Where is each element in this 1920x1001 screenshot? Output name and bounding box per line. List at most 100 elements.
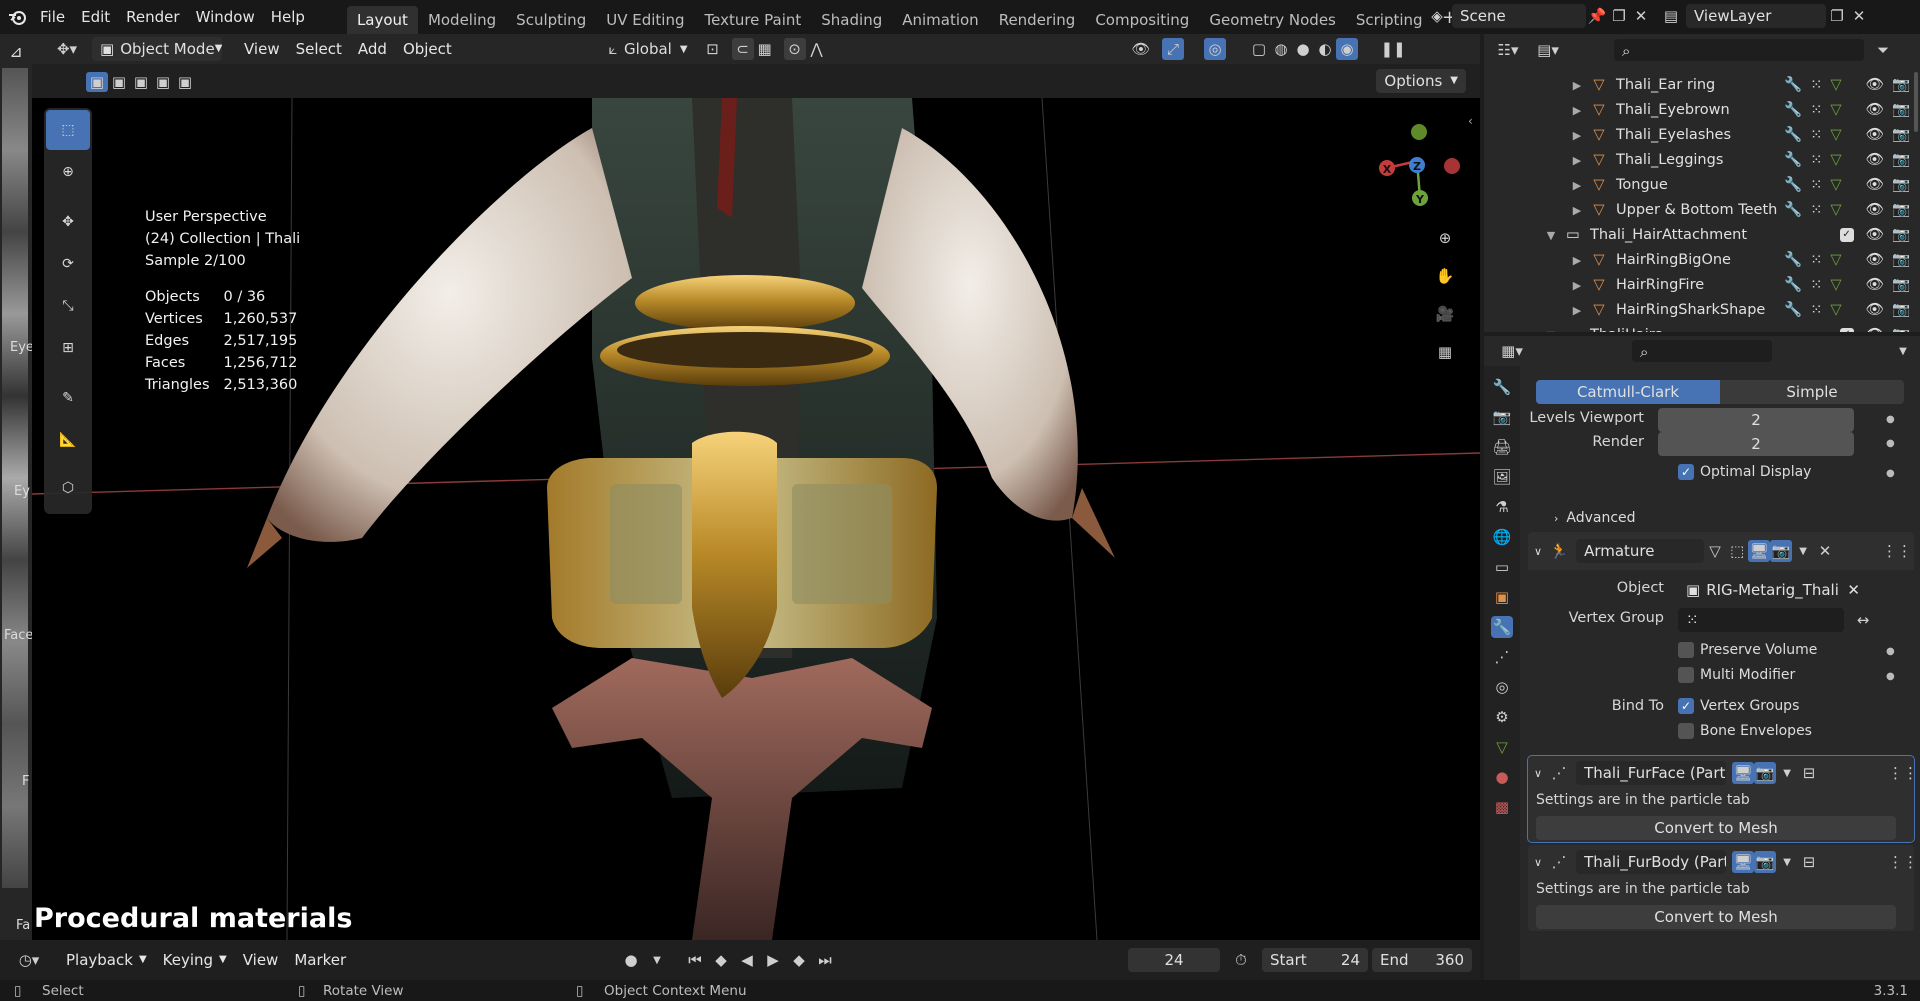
timeline-menu-marker[interactable]: Marker	[286, 943, 354, 977]
modifier-icon[interactable]: 🔧	[1784, 301, 1802, 318]
render-camera-icon[interactable]: 📷	[1892, 326, 1910, 332]
eye-icon[interactable]: 👁	[1866, 326, 1884, 332]
convert-to-mesh-button[interactable]: Convert to Mesh	[1536, 816, 1896, 840]
stopwatch-icon[interactable]: ⏱	[1230, 949, 1252, 971]
view-layer-icon[interactable]: ▤	[1660, 5, 1682, 27]
keyframe-dot[interactable]: ●	[1886, 671, 1895, 682]
orientation-dropdown[interactable]: Global	[624, 40, 672, 58]
particles-tab-icon[interactable]: ⋰	[1491, 646, 1513, 668]
expand-right-icon[interactable]: ▶	[1570, 129, 1584, 142]
render-display-icon[interactable]: 📷	[1770, 540, 1793, 562]
catmull-clark-button[interactable]: Catmull-Clark	[1536, 380, 1720, 404]
outliner-editor-icon[interactable]: ☷▾	[1492, 39, 1524, 61]
vertex-groups-icon[interactable]: ⁙	[1810, 152, 1822, 168]
levels-viewport-field[interactable]: 2	[1658, 408, 1854, 432]
modifier-icon[interactable]: 🔧	[1784, 251, 1802, 268]
next-keyframe-icon[interactable]: ◆	[788, 949, 810, 971]
jump-end-icon[interactable]: ⏭	[814, 949, 836, 971]
display-mode-icon[interactable]: ▤▾	[1532, 39, 1564, 61]
proportional-edit-icon[interactable]: ⊙	[783, 38, 806, 60]
rotate-tool-icon[interactable]: ⟳	[46, 244, 90, 284]
outliner-row[interactable]: ▶ ▽ Thali_Ear ring 🔧 ⁙ ▽ 👁 📷	[1484, 72, 1920, 97]
play-reverse-icon[interactable]: ◀	[736, 949, 758, 971]
xray-icon[interactable]: ▢	[1248, 38, 1270, 60]
expand-down-icon[interactable]: ▼	[1544, 229, 1558, 242]
zoom-icon[interactable]: ⊕	[1430, 224, 1460, 252]
outliner-row[interactable]: ▶ ▽ Upper & Bottom Teeth 🔧 ⁙ ▽ 👁 📷	[1484, 197, 1920, 222]
expand-down-icon[interactable]: ▼	[1544, 329, 1558, 333]
viewport-display-icon[interactable]: 🖥	[1732, 851, 1755, 873]
filter-icon[interactable]: ⏷	[1872, 39, 1894, 61]
record-icon[interactable]: ●	[620, 949, 642, 971]
collection-tab-icon[interactable]: ▭	[1491, 556, 1513, 578]
on-cage-icon[interactable]: ▽	[1704, 540, 1726, 562]
eye-icon[interactable]: 👁	[1866, 301, 1884, 318]
keyframe-dot[interactable]: ●	[1886, 646, 1895, 657]
object-tab-icon[interactable]: ▣	[1491, 586, 1513, 608]
eye-icon[interactable]: 👁	[1866, 251, 1884, 268]
view-layer-field[interactable]: ViewLayer	[1686, 4, 1826, 28]
current-frame-field[interactable]: 24	[1128, 948, 1220, 972]
multi-modifier-checkbox[interactable]: Multi Modifier	[1678, 667, 1795, 683]
chevron-down-icon[interactable]: ∨	[1534, 767, 1542, 780]
outliner-search-input[interactable]: ⌕	[1614, 39, 1864, 61]
modifier-icon[interactable]: 🔧	[1784, 76, 1802, 93]
vertex-groups-icon[interactable]: ⁙	[1810, 77, 1822, 93]
pause-render-icon[interactable]: ❚❚	[1380, 38, 1405, 60]
select-invert-icon[interactable]: ▣	[152, 72, 174, 92]
tab-compositing[interactable]: Compositing	[1085, 6, 1199, 34]
tab-shading[interactable]: Shading	[811, 6, 892, 34]
advanced-subpanel[interactable]: › Advanced	[1554, 510, 1636, 526]
cursor-tool-icon[interactable]: ⊕	[46, 152, 90, 192]
vertex-groups-checkbox[interactable]: ✓ Vertex Groups	[1678, 698, 1799, 714]
falloff-icon[interactable]: ⋀	[806, 38, 828, 60]
armature-modifier-name-field[interactable]: Armature	[1576, 539, 1705, 563]
drag-handle-icon[interactable]: ⋮⋮	[1888, 851, 1918, 873]
tool-tab-icon[interactable]: 🔧	[1491, 376, 1513, 398]
expand-right-icon[interactable]: ▶	[1570, 204, 1584, 217]
material-shading-icon[interactable]: ◐	[1314, 38, 1336, 60]
render-display-icon[interactable]: 📷	[1754, 851, 1777, 873]
tab-uv-editing[interactable]: UV Editing	[596, 6, 694, 34]
preserve-volume-checkbox[interactable]: Preserve Volume	[1678, 642, 1817, 658]
tab-rendering[interactable]: Rendering	[989, 6, 1086, 34]
modifier-icon[interactable]: 🔧	[1784, 151, 1802, 168]
keyframe-dot[interactable]: ●	[1886, 468, 1895, 479]
pan-hand-icon[interactable]: ✋	[1430, 262, 1460, 290]
chevron-down-icon[interactable]: ▼	[1792, 540, 1814, 562]
eye-icon[interactable]: 👁	[1866, 101, 1884, 118]
drag-handle-icon[interactable]: ⋮⋮	[1888, 762, 1918, 784]
modifier-icon[interactable]: 🔧	[1784, 201, 1802, 218]
properties-editor-icon[interactable]: ▦▾	[1496, 340, 1528, 362]
render-camera-icon[interactable]: 📷	[1892, 251, 1910, 268]
mesh-data-icon[interactable]: ▽	[1830, 102, 1841, 118]
render-camera-icon[interactable]: 📷	[1892, 226, 1910, 243]
grid-perspective-icon[interactable]: ▦	[1430, 338, 1460, 366]
outliner-row[interactable]: ▶ ▽ HairRingFire 🔧 ⁙ ▽ 👁 📷	[1484, 272, 1920, 297]
select-subtract-icon[interactable]: ▣	[130, 72, 152, 92]
solid-shading-icon[interactable]: ●	[1292, 38, 1314, 60]
expand-right-icon[interactable]: ▶	[1570, 104, 1584, 117]
menu-edit[interactable]: Edit	[73, 0, 118, 34]
viewport-menu-object[interactable]: Object	[395, 32, 460, 66]
timeline-menu-playback[interactable]: Playback ▼	[58, 943, 155, 977]
render-camera-icon[interactable]: 📷	[1892, 151, 1910, 168]
scale-tool-icon[interactable]: ⤡	[46, 286, 90, 326]
snap-icon[interactable]: ⊂	[731, 38, 754, 60]
viewport-menu-view[interactable]: View	[236, 32, 288, 66]
modifier-icon[interactable]: 🔧	[1784, 101, 1802, 118]
mesh-data-icon[interactable]: ▽	[1830, 177, 1841, 193]
sidebar-toggle-icon[interactable]: ‹	[1468, 114, 1473, 128]
tab-animation[interactable]: Animation	[892, 6, 988, 34]
menu-render[interactable]: Render	[118, 0, 187, 34]
wireframe-shading-icon[interactable]: ◍	[1270, 38, 1292, 60]
close-icon[interactable]: ✕	[1630, 5, 1652, 27]
timeline-menu-view[interactable]: View	[235, 943, 287, 977]
invert-vertex-group-icon[interactable]: ↔	[1852, 609, 1874, 631]
data-tab-icon[interactable]: ▽	[1491, 736, 1513, 758]
vertex-groups-icon[interactable]: ⁙	[1810, 302, 1822, 318]
mesh-data-icon[interactable]: ▽	[1830, 77, 1841, 93]
remove-view-layer-icon[interactable]: ✕	[1848, 5, 1870, 27]
particle-modifier-name-field[interactable]: Thali_FurBody (ParticleSy...	[1576, 850, 1727, 874]
modifier-icon[interactable]: 🔧	[1784, 176, 1802, 193]
